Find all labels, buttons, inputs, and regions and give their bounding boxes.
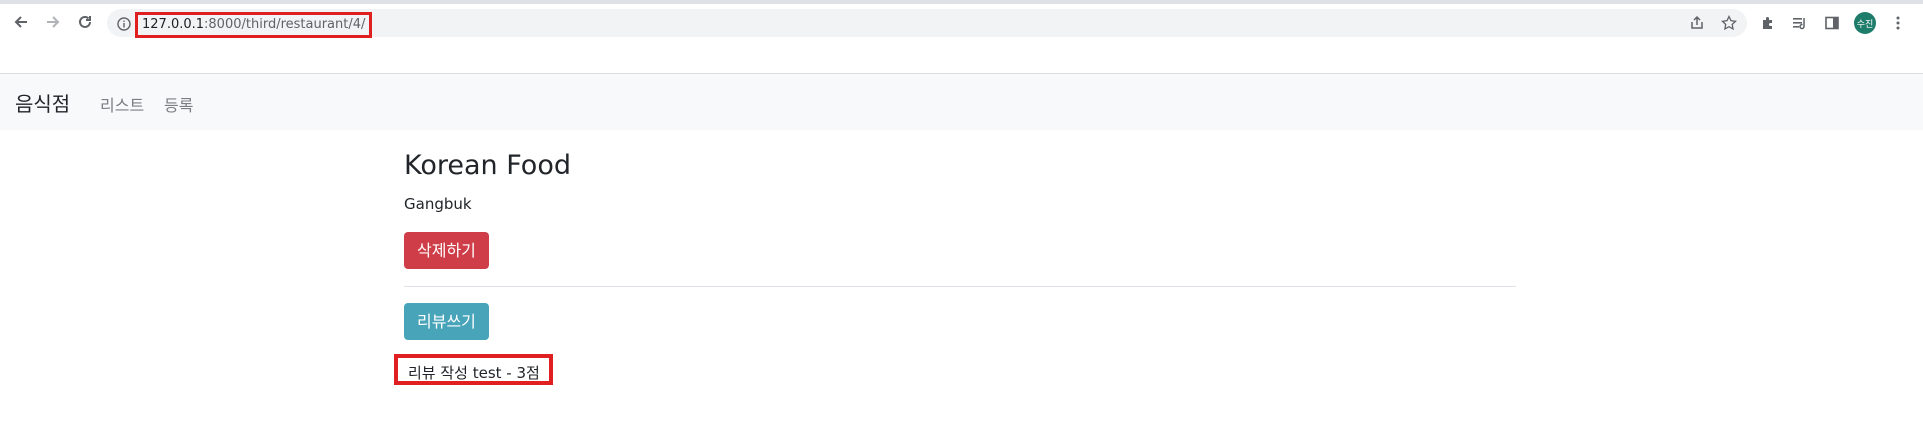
restaurant-name: Korean Food: [404, 150, 571, 181]
review-text: 리뷰 작성 test - 3점: [408, 364, 540, 382]
forward-icon[interactable]: [41, 10, 65, 34]
restaurant-location: Gangbuk: [404, 195, 472, 213]
address-bar[interactable]: 127.0.0.1:8000/third/restaurant/4/: [107, 9, 1747, 38]
browser-toolbar: 127.0.0.1:8000/third/restaurant/4/ 수진: [0, 0, 1923, 46]
url-path: :8000/third/restaurant/4/: [204, 17, 366, 32]
menu-icon[interactable]: [1888, 13, 1908, 33]
site-navbar: 음식점 리스트 등록: [0, 74, 1923, 130]
navbar-brand[interactable]: 음식점: [15, 88, 70, 117]
write-review-button[interactable]: 리뷰쓰기: [404, 303, 489, 340]
extensions-icon[interactable]: [1758, 13, 1778, 33]
nav-link-list[interactable]: 리스트: [100, 92, 144, 116]
section-divider: [404, 286, 1516, 287]
back-icon[interactable]: [9, 10, 33, 34]
sidepanel-icon[interactable]: [1822, 13, 1842, 33]
media-icon[interactable]: [1790, 13, 1810, 33]
nav-link-register[interactable]: 등록: [164, 92, 193, 116]
star-icon[interactable]: [1719, 13, 1739, 33]
review-list-item: 리뷰 작성 test - 3점: [394, 354, 553, 385]
reload-icon[interactable]: [73, 10, 97, 34]
tab-strip-edge: [0, 0, 1923, 4]
delete-button[interactable]: 삭제하기: [404, 232, 489, 269]
share-icon[interactable]: [1687, 13, 1707, 33]
url-host: 127.0.0.1: [142, 17, 205, 32]
url-text[interactable]: 127.0.0.1:8000/third/restaurant/4/: [135, 12, 373, 38]
profile-avatar[interactable]: 수진: [1854, 12, 1876, 34]
info-icon[interactable]: [117, 16, 131, 31]
